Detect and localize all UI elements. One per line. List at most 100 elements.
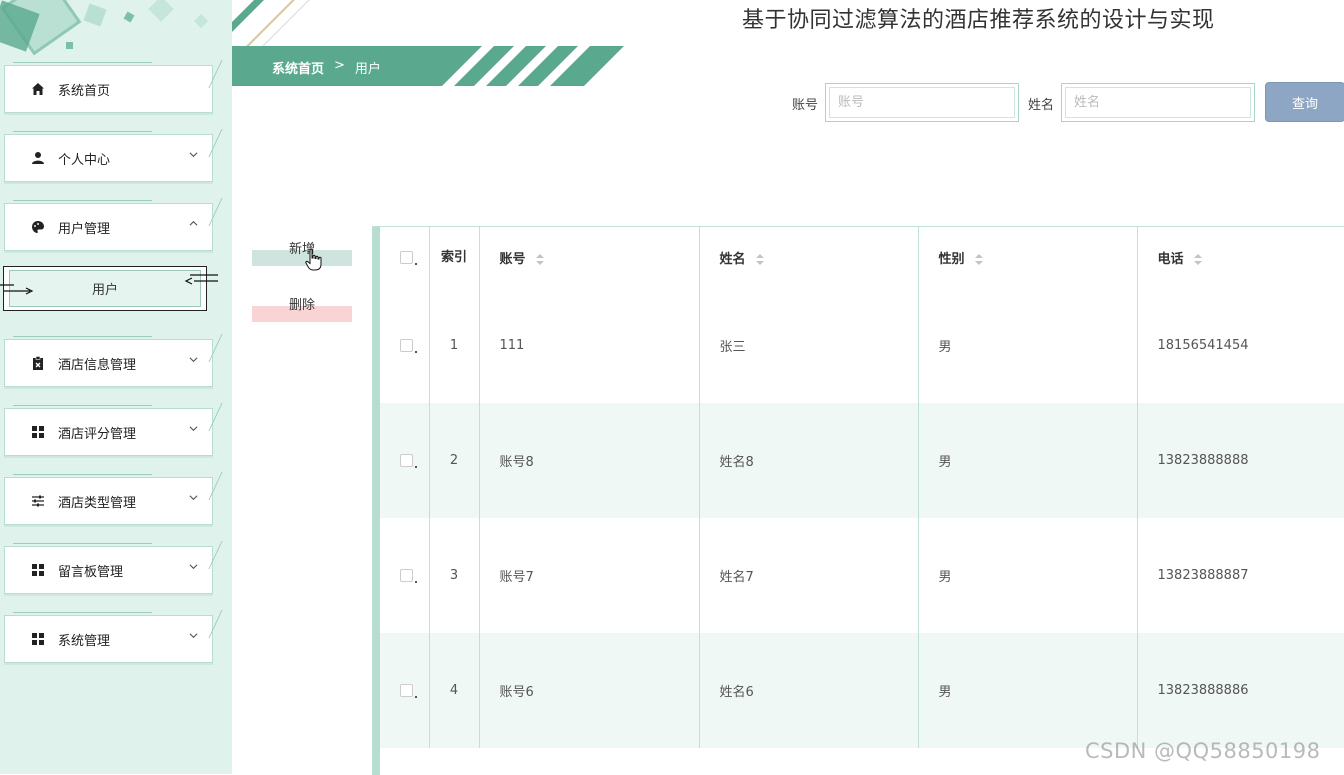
decor-square [123, 11, 135, 23]
sidebar-item-label: 个人中心 [58, 152, 111, 168]
chevron-down-icon [189, 495, 198, 501]
sidebar-subitem-user[interactable]: 用户 [0, 266, 218, 311]
breadcrumb-home-link[interactable]: 系统首页 [272, 58, 324, 77]
sidebar-item-user-management[interactable]: 用户管理 [4, 200, 213, 251]
sliders-icon [29, 492, 47, 510]
cell-index: 2 [428, 403, 479, 518]
header-decor-stripes [232, 0, 310, 46]
account-search-label: 账号 [792, 98, 819, 113]
sidebar-item-system[interactable]: 系统管理 [4, 612, 213, 663]
row-checkbox[interactable] [400, 569, 413, 582]
account-search-input[interactable] [829, 87, 1015, 118]
header-sex[interactable]: 性别 [917, 227, 1137, 288]
arrow-right-icon [0, 284, 34, 295]
sort-icon[interactable] [975, 254, 984, 265]
cell-account: 111 [478, 288, 699, 403]
header-phone[interactable]: 电话 [1136, 227, 1344, 288]
sort-icon[interactable] [756, 254, 765, 265]
row-select-cell [380, 633, 429, 748]
arrow-left-icon [184, 274, 218, 285]
table-row[interactable]: 3 账号7 姓名7 男 13823888887 [380, 518, 1344, 633]
sidebar-item-label: 系统管理 [58, 633, 111, 649]
chevron-down-icon [189, 633, 198, 639]
table-row[interactable]: 1 111 张三 男 18156541454 [380, 288, 1344, 403]
sidebar-item-label: 系统首页 [58, 83, 111, 99]
cell-account: 账号7 [478, 518, 699, 633]
chevron-down-icon [189, 564, 198, 570]
table-row[interactable]: 2 账号8 姓名8 男 13823888888 [380, 403, 1344, 518]
sort-icon[interactable] [536, 254, 545, 265]
cell-name: 姓名6 [698, 633, 918, 748]
query-button[interactable]: 查询 [1265, 82, 1344, 122]
sidebar-item-hotel-type[interactable]: 酒店类型管理 [4, 474, 213, 525]
decor-square [193, 13, 209, 29]
account-search-field [825, 83, 1019, 122]
sort-icon[interactable] [1194, 254, 1203, 265]
row-checkbox[interactable] [400, 684, 413, 697]
grid-icon [29, 561, 47, 579]
header-index: 索引 [428, 227, 479, 288]
row-checkbox[interactable] [400, 339, 413, 352]
sidebar-item-hotel-info[interactable]: 酒店信息管理 [4, 336, 213, 387]
sidebar: 系统首页 个人中心 用户管理 用户 酒店信息管理 酒店评分管理 酒店类型管理 留… [0, 0, 232, 774]
sidebar-item-message-board[interactable]: 留言板管理 [4, 543, 213, 594]
grid-icon [29, 423, 47, 441]
checkbox-dot [415, 263, 417, 265]
breadcrumb: 系统首页 > 用户 [232, 46, 624, 86]
row-select-cell [380, 403, 429, 518]
row-checkbox[interactable] [400, 454, 413, 467]
header-name-label: 姓名 [719, 252, 746, 267]
cell-phone: 13823888886 [1136, 633, 1344, 748]
watermark: CSDN @QQ58850198 [1085, 739, 1321, 763]
header-name[interactable]: 姓名 [698, 227, 918, 288]
checkbox-dot [415, 466, 417, 468]
user-table: 索引 账号 姓名 性别 电话 1 111 张三 男 18156541454 2 … [372, 226, 1344, 775]
page-title: 基于协同过滤算法的酒店推荐系统的设计与实现 [742, 8, 1215, 33]
row-select-cell [380, 518, 429, 633]
cell-name: 姓名8 [698, 403, 918, 518]
add-button-label: 新增 [288, 242, 315, 257]
header-account-label: 账号 [499, 252, 526, 267]
delete-button[interactable]: 删除 [252, 292, 352, 322]
hand-cursor-icon [305, 248, 322, 271]
breadcrumb-current: 用户 [354, 62, 381, 77]
chevron-down-icon [189, 357, 198, 363]
cell-sex: 男 [917, 403, 1137, 518]
checkbox-dot [415, 351, 417, 353]
add-button[interactable]: 新增 [252, 236, 352, 266]
header-sex-label: 性别 [938, 252, 965, 267]
cell-phone: 18156541454 [1136, 288, 1344, 403]
sidebar-item-label: 酒店信息管理 [58, 357, 137, 373]
cell-phone: 13823888888 [1136, 403, 1344, 518]
header-phone-label: 电话 [1157, 252, 1184, 267]
palette-icon [29, 218, 47, 236]
decor-square [66, 42, 73, 49]
sidebar-item-personal-center[interactable]: 个人中心 [4, 131, 213, 182]
grid-icon [29, 630, 47, 648]
cell-phone: 13823888887 [1136, 518, 1344, 633]
cell-sex: 男 [917, 288, 1137, 403]
cell-index: 4 [428, 633, 479, 748]
table-row[interactable]: 4 账号6 姓名6 男 13823888886 [380, 633, 1344, 748]
sidebar-item-label: 用户管理 [58, 221, 111, 237]
clipboard-x-icon [29, 354, 47, 372]
sidebar-item-label: 留言板管理 [58, 564, 124, 580]
select-all-checkbox[interactable] [400, 251, 413, 264]
cell-name: 张三 [698, 288, 918, 403]
checkbox-dot [415, 581, 417, 583]
select-all-cell [380, 227, 429, 288]
person-icon [29, 149, 47, 167]
sidebar-item-home[interactable]: 系统首页 [4, 62, 213, 113]
sidebar-item-label: 酒店类型管理 [58, 495, 137, 511]
header-account[interactable]: 账号 [478, 227, 699, 288]
decor-square [83, 3, 107, 27]
cell-sex: 男 [917, 633, 1137, 748]
home-icon [29, 80, 47, 98]
name-search-label: 姓名 [1028, 98, 1055, 113]
name-search-input[interactable] [1065, 87, 1251, 118]
sidebar-item-hotel-rating[interactable]: 酒店评分管理 [4, 405, 213, 456]
decor-square [148, 0, 174, 22]
checkbox-dot [415, 696, 417, 698]
sidebar-subitem-label: 用户 [91, 283, 118, 298]
name-search-field [1061, 83, 1255, 122]
